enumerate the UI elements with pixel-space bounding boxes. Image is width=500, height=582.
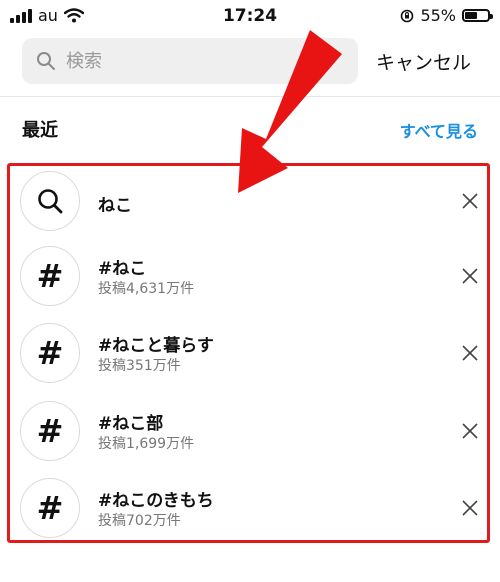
search-icon: [37, 52, 55, 70]
battery-percent: 55%: [420, 6, 456, 25]
close-icon[interactable]: [460, 421, 480, 441]
hashtag-icon: #: [36, 412, 64, 450]
hashtag-icon-circle: #: [20, 401, 80, 461]
orientation-lock-icon: [401, 9, 414, 22]
status-right: 55%: [400, 6, 493, 25]
list-item-title: ねこ: [98, 196, 132, 216]
list-item-title: #ねこと暮らす: [98, 336, 214, 356]
battery-icon: [462, 9, 493, 22]
search-bar[interactable]: [22, 38, 358, 84]
list-item-post-count: 投稿4,631万件: [98, 281, 195, 297]
list-item[interactable]: # #ねこ部 投稿1,699万件: [20, 399, 480, 463]
close-icon[interactable]: [460, 266, 480, 286]
list-item-post-count: 投稿351万件: [98, 358, 181, 374]
hashtag-icon-circle: #: [20, 478, 80, 538]
list-item[interactable]: # #ねこと暮らす 投稿351万件: [20, 321, 480, 385]
hashtag-icon-circle: #: [20, 323, 80, 383]
hashtag-icon: #: [36, 489, 64, 527]
list-item[interactable]: # #ねこのきもち 投稿702万件: [20, 476, 480, 540]
section-title-recent: 最近: [22, 120, 58, 141]
hashtag-icon-circle: #: [20, 246, 80, 306]
list-item[interactable]: ねこ: [20, 169, 480, 233]
list-item[interactable]: # #ねこ 投稿4,631万件: [20, 244, 480, 308]
list-item-title: #ねこ部: [98, 414, 164, 434]
search-icon: [38, 189, 63, 214]
list-item-title: #ねこのきもち: [98, 491, 214, 511]
hashtag-icon: #: [36, 334, 64, 372]
cancel-button[interactable]: キャンセル: [376, 48, 471, 75]
hashtag-icon: #: [36, 257, 64, 295]
search-input[interactable]: [64, 49, 338, 73]
see-all-link[interactable]: すべて見る: [400, 118, 478, 142]
close-icon[interactable]: [460, 343, 480, 363]
close-icon[interactable]: [460, 191, 480, 211]
list-item-post-count: 投稿1,699万件: [98, 436, 195, 452]
list-item-title: #ねこ: [98, 259, 147, 279]
status-bar: au 17:24 55%: [0, 0, 500, 32]
divider: [0, 96, 500, 97]
close-icon[interactable]: [460, 498, 480, 518]
search-term-icon-circle: [20, 171, 80, 231]
list-item-post-count: 投稿702万件: [98, 513, 181, 529]
